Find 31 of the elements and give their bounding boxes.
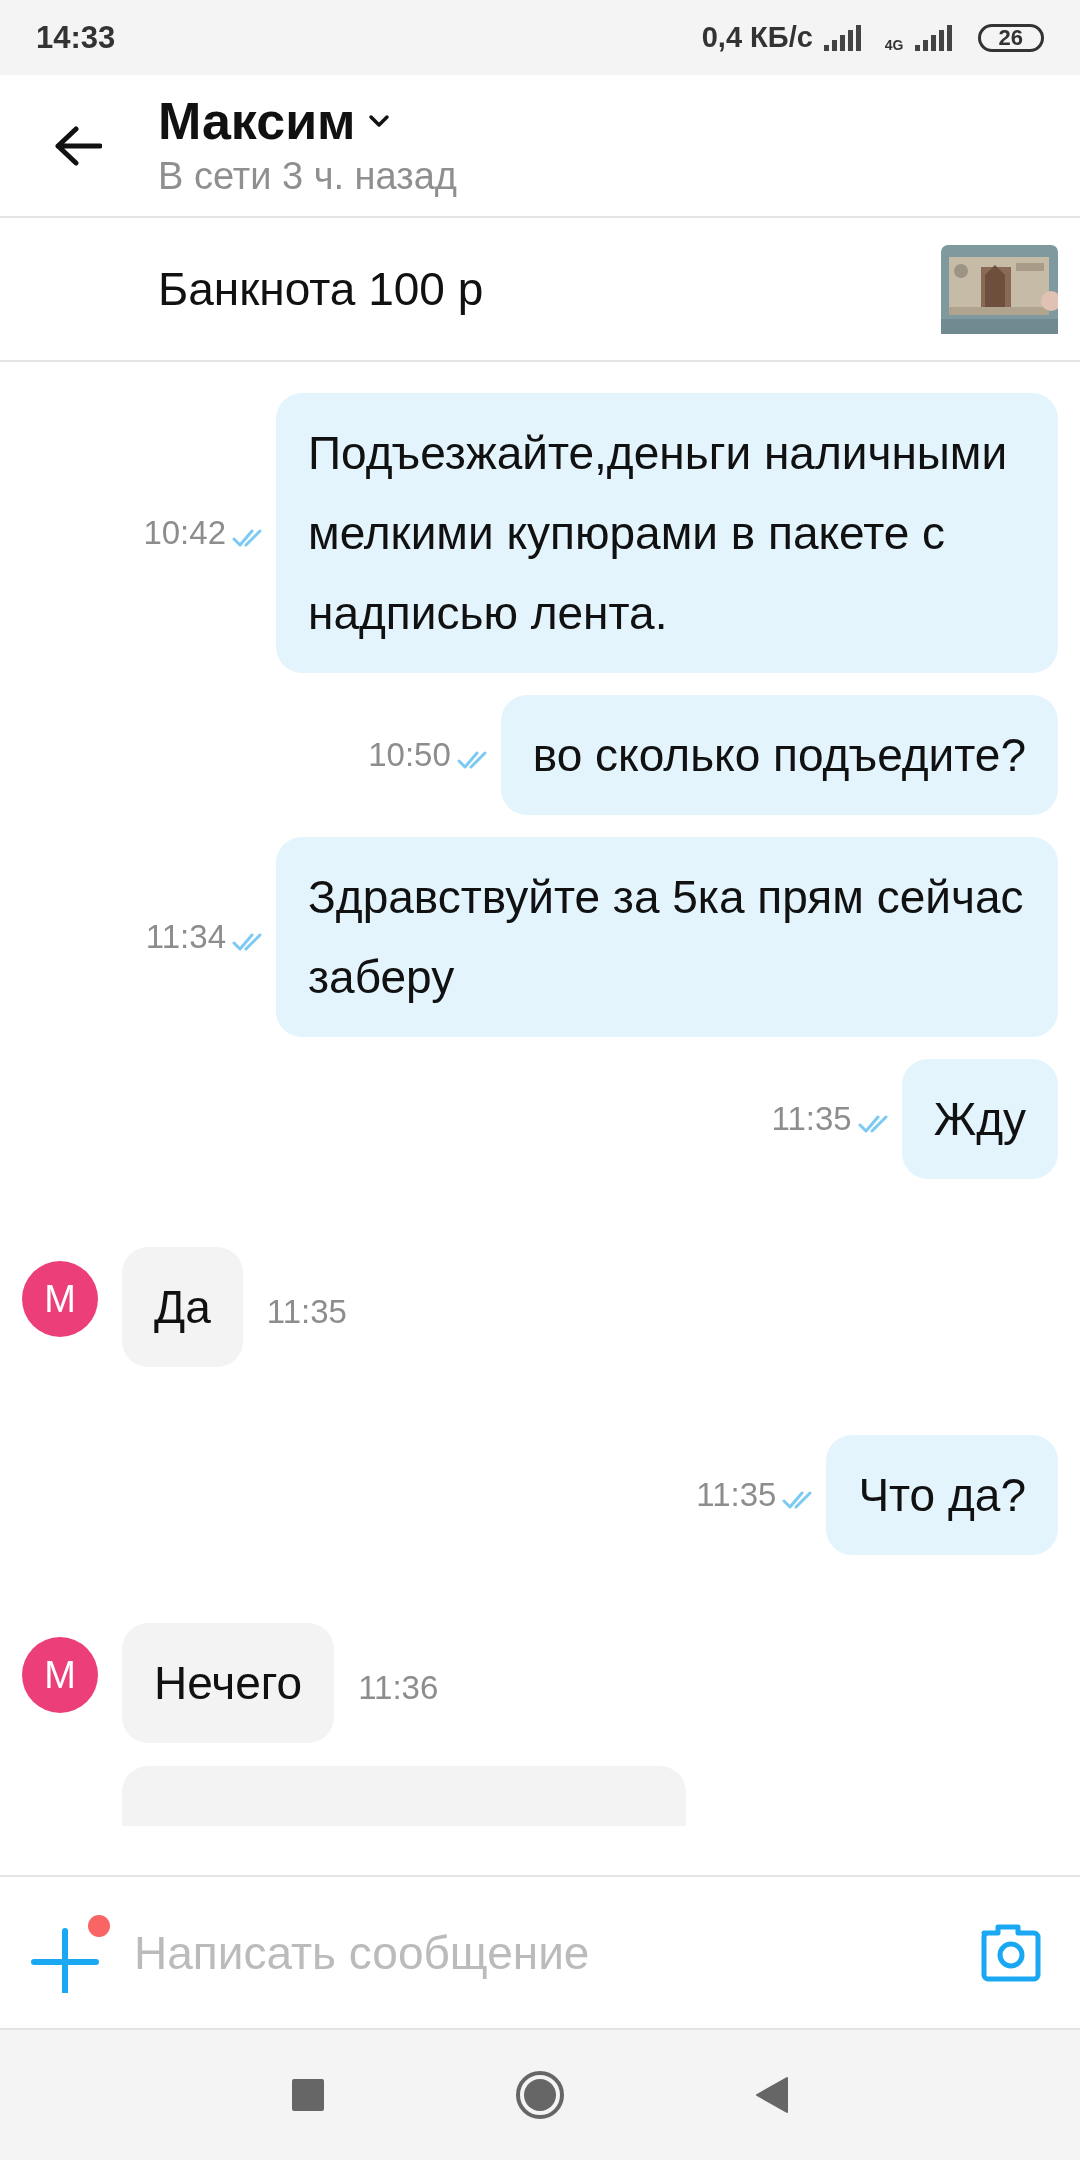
recent-apps-icon[interactable]: [291, 2078, 325, 2112]
message-time: 10:50: [368, 736, 451, 774]
message-bubble: Нечего: [122, 1623, 335, 1743]
network-type: 4G: [884, 37, 904, 53]
avatar[interactable]: М: [22, 1637, 98, 1713]
message-bubble: Здравствуйте за 5ка прям сейчас заберу: [276, 837, 1058, 1037]
message-bubble: Да: [122, 1247, 243, 1367]
message-bubble: во сколько подъедите?: [500, 695, 1058, 815]
chevron-down-icon[interactable]: [367, 113, 390, 128]
message-time: 11:34: [145, 918, 226, 956]
message-time: 10:42: [143, 514, 226, 552]
message-time: 11:35: [266, 1293, 347, 1331]
message-bubble: Подъезжайте,деньги наличными мелкими купюрами в пакете с надписью лента.: [276, 393, 1058, 673]
message-bubble: Что да?: [826, 1435, 1058, 1555]
message-bubble: Жду: [901, 1059, 1058, 1179]
status-time: 14:33: [36, 19, 116, 56]
battery-indicator: 26: [977, 23, 1044, 52]
signal-icon: [822, 23, 863, 52]
back-arrow-icon[interactable]: [54, 125, 102, 166]
contact-name[interactable]: Максим: [158, 90, 356, 151]
message-time: 11:35: [771, 1100, 852, 1138]
message-time: 11:36: [358, 1669, 439, 1707]
network-speed: 0,4 КБ/с: [701, 21, 813, 54]
signal-icon: [913, 23, 954, 52]
back-icon[interactable]: [755, 2076, 789, 2114]
message-input[interactable]: Написать сообщение: [132, 1924, 978, 1981]
avatar[interactable]: М: [22, 1261, 98, 1337]
last-seen-status: В сети 3 ч. назад: [158, 153, 457, 199]
message-time: 11:35: [696, 1476, 777, 1514]
home-icon[interactable]: [515, 2070, 565, 2120]
listing-title[interactable]: Банкнота 100 р: [158, 262, 484, 316]
